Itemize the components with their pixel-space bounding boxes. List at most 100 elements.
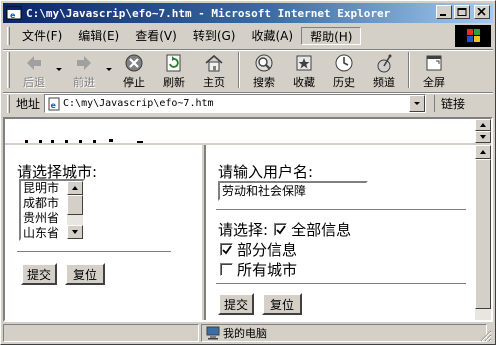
checkbox-partial-info[interactable] bbox=[220, 243, 233, 256]
close-icon bbox=[477, 8, 486, 16]
history-button[interactable]: 历史 bbox=[324, 50, 364, 90]
forward-label: 前进 bbox=[73, 76, 95, 89]
search-button[interactable]: 搜索 bbox=[244, 50, 284, 90]
resize-grip-icon[interactable] bbox=[480, 330, 492, 342]
menu-file[interactable]: 文件(F) bbox=[14, 27, 70, 45]
city-listbox[interactable]: 昆明市 成都市 贵州省 山东省 bbox=[19, 179, 85, 241]
right-frame-scrollbar[interactable] bbox=[475, 145, 491, 320]
scroll-thumb[interactable] bbox=[475, 159, 491, 309]
top-frame-scrollbar[interactable] bbox=[475, 119, 491, 143]
arrow-down-icon bbox=[72, 230, 78, 234]
option-row: 所有城市 bbox=[220, 259, 297, 280]
checkmark-icon bbox=[276, 225, 286, 235]
checkmark-icon bbox=[222, 245, 232, 255]
scroll-thumb[interactable] bbox=[67, 195, 83, 215]
city-listbox-scrollbar[interactable] bbox=[67, 181, 83, 239]
stop-button[interactable]: 停止 bbox=[114, 50, 154, 90]
status-bar: 我的电脑 bbox=[3, 323, 493, 343]
forward-arrow-icon bbox=[77, 56, 91, 70]
divider bbox=[216, 283, 466, 285]
close-button[interactable] bbox=[474, 5, 490, 19]
left-frame: 请选择城市: 昆明市 成都市 贵州省 山东省 提交 复位 bbox=[5, 145, 201, 320]
submit-button[interactable]: 提交 bbox=[218, 293, 254, 315]
menu-bar: 文件(F) 编辑(E) 查看(V) 转到(G) 收藏(A) 帮助(H) bbox=[3, 25, 493, 47]
choose-row: 请选择: 全部信息 bbox=[218, 219, 351, 240]
forward-button[interactable]: 前进 bbox=[64, 50, 104, 90]
channels-icon bbox=[377, 54, 392, 73]
scroll-up-button[interactable] bbox=[475, 145, 491, 159]
windows-logo bbox=[455, 25, 491, 47]
stop-icon bbox=[125, 54, 143, 72]
links-button[interactable]: 链接 bbox=[434, 95, 465, 112]
scroll-up-button[interactable] bbox=[67, 181, 83, 195]
ie-icon: e bbox=[6, 6, 22, 20]
channels-label: 频道 bbox=[373, 76, 395, 89]
browser-window: e C:\my\Javascrip\efo~7.htm - Microsoft … bbox=[0, 0, 496, 345]
search-icon bbox=[255, 54, 273, 72]
choose-label: 请选择: bbox=[218, 221, 269, 239]
checkbox-all-info-label: 全部信息 bbox=[291, 221, 352, 239]
checkbox-all-cities[interactable] bbox=[220, 263, 233, 276]
windows-flag-icon bbox=[467, 29, 480, 42]
checkbox-partial-info-label: 部分信息 bbox=[237, 241, 298, 259]
history-label: 历史 bbox=[333, 76, 355, 89]
top-frame bbox=[5, 119, 477, 143]
window-title: C:\my\Javascrip\efo~7.htm - Microsoft In… bbox=[26, 6, 391, 20]
reset-button[interactable]: 复位 bbox=[65, 263, 105, 285]
standard-toolbar: 后退 前进 停止 刷新 主页 搜索 收藏 历史 频道 全屏 bbox=[3, 49, 493, 91]
divider bbox=[216, 209, 466, 211]
arrow-down-icon bbox=[480, 135, 486, 139]
toolbar-grip bbox=[7, 52, 10, 88]
home-icon bbox=[205, 54, 223, 72]
divider bbox=[17, 251, 171, 253]
menu-edit[interactable]: 编辑(E) bbox=[70, 27, 127, 45]
address-input[interactable]: e C:\my\Javascrip\efo~7.htm bbox=[44, 94, 427, 113]
toolbar-separator bbox=[408, 52, 410, 88]
checkbox-all-info[interactable] bbox=[274, 223, 288, 236]
scroll-down-button[interactable] bbox=[475, 131, 491, 143]
stop-label: 停止 bbox=[123, 76, 145, 89]
right-frame: 请输入用户名: 劳动和社会保障 请选择: 全部信息 部分信息 所有城市 提交 复… bbox=[205, 145, 477, 320]
chevron-down-icon bbox=[414, 102, 421, 105]
fullscreen-button[interactable]: 全屏 bbox=[414, 50, 454, 90]
address-dropdown-button[interactable] bbox=[409, 95, 426, 112]
menu-view[interactable]: 查看(V) bbox=[127, 27, 185, 45]
title-bar[interactable]: e C:\my\Javascrip\efo~7.htm - Microsoft … bbox=[3, 3, 493, 23]
submit-button[interactable]: 提交 bbox=[21, 263, 57, 285]
chevron-down-icon bbox=[106, 68, 112, 71]
page-icon: e bbox=[48, 97, 60, 110]
status-message-pane bbox=[3, 324, 199, 342]
status-zone-pane: 我的电脑 bbox=[201, 324, 487, 342]
back-arrow-icon bbox=[27, 56, 41, 70]
menu-grip bbox=[7, 27, 10, 45]
scroll-down-button[interactable] bbox=[67, 225, 83, 239]
channels-button[interactable]: 频道 bbox=[364, 50, 404, 90]
arrow-up-icon bbox=[480, 150, 486, 154]
back-dropdown[interactable] bbox=[54, 50, 64, 90]
username-label: 请输入用户名: bbox=[218, 163, 314, 181]
address-bar: 地址 e C:\my\Javascrip\efo~7.htm 链接 bbox=[3, 92, 493, 114]
reset-button[interactable]: 复位 bbox=[262, 293, 302, 315]
back-label: 后退 bbox=[23, 76, 45, 89]
chevron-down-icon bbox=[56, 68, 62, 71]
forward-dropdown[interactable] bbox=[104, 50, 114, 90]
status-zone-text: 我的电脑 bbox=[223, 327, 267, 340]
address-url: C:\my\Javascrip\efo~7.htm bbox=[63, 98, 214, 109]
maximize-icon bbox=[457, 8, 467, 16]
menu-go[interactable]: 转到(G) bbox=[185, 27, 244, 45]
home-button[interactable]: 主页 bbox=[194, 50, 234, 90]
scroll-up-button[interactable] bbox=[475, 119, 491, 131]
history-icon bbox=[335, 54, 353, 72]
minimize-button[interactable] bbox=[436, 5, 452, 19]
arrow-up-icon bbox=[72, 186, 78, 190]
refresh-label: 刷新 bbox=[163, 76, 185, 89]
favorites-button[interactable]: 收藏 bbox=[284, 50, 324, 90]
maximize-button[interactable] bbox=[454, 5, 470, 19]
back-button[interactable]: 后退 bbox=[14, 50, 54, 90]
svg-text:e: e bbox=[10, 11, 16, 20]
menu-help[interactable]: 帮助(H) bbox=[301, 27, 362, 45]
menu-favorites[interactable]: 收藏(A) bbox=[243, 27, 301, 45]
refresh-button[interactable]: 刷新 bbox=[154, 50, 194, 90]
username-input[interactable]: 劳动和社会保障 bbox=[218, 181, 368, 201]
fullscreen-label: 全屏 bbox=[423, 76, 445, 89]
